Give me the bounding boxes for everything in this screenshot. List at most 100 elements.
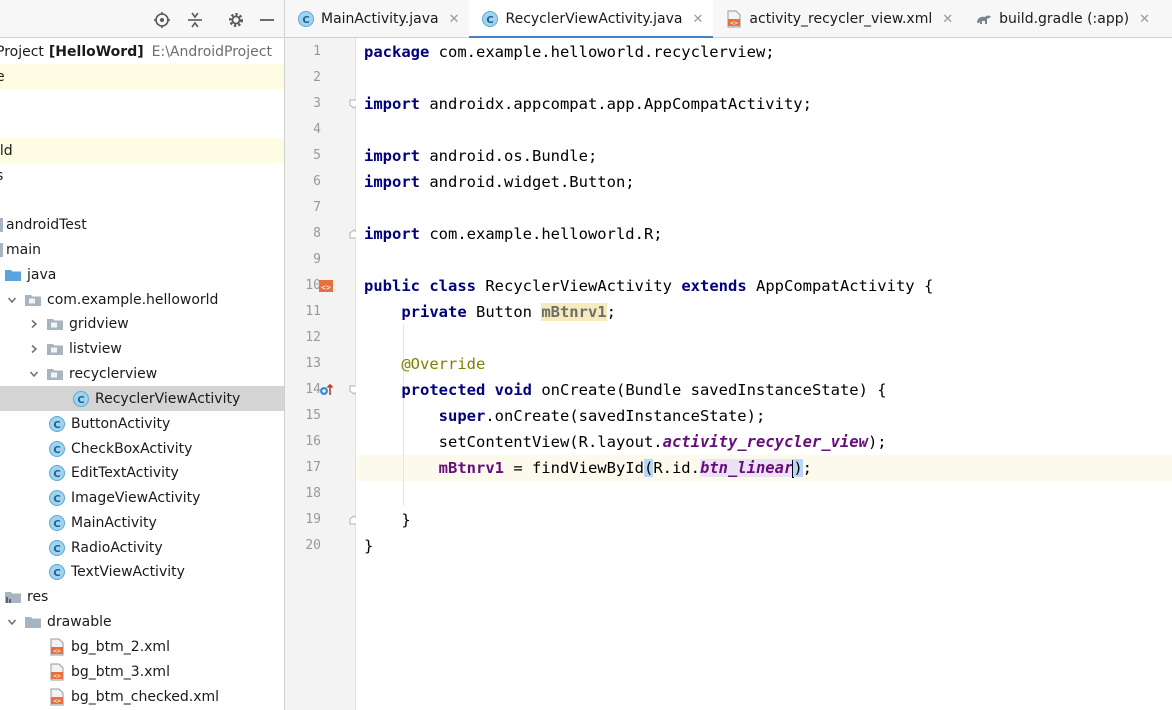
tree-item[interactable]: res [0, 584, 284, 609]
tree-item[interactable]: C TextViewActivity [0, 559, 284, 584]
package-icon [46, 340, 64, 358]
code-token: private [401, 303, 467, 321]
close-icon[interactable]: ✕ [693, 12, 704, 27]
code-line: import androidx.appcompat.app.AppCompatA… [364, 91, 812, 117]
chevron-right-icon[interactable] [26, 316, 42, 332]
line-number: 11 [305, 304, 321, 319]
project-root-row[interactable]: Project [HelloWord] E:\AndroidProject [0, 39, 284, 64]
line-number: 12 [305, 330, 321, 345]
editor-tab-label: activity_recycler_view.xml [749, 11, 933, 27]
editor-tab[interactable]: build.gradle (:app) ✕ [963, 0, 1160, 38]
tree-item[interactable]: <> bg_btm_2.xml [0, 634, 284, 659]
line-number: 8 [313, 226, 321, 241]
chevron-down-icon[interactable] [4, 292, 20, 308]
svg-text:C: C [302, 15, 309, 26]
tree-item-label: ButtonActivity [71, 415, 171, 432]
close-icon[interactable]: ✕ [1139, 12, 1150, 27]
code-token: void [494, 381, 532, 399]
tree-item[interactable]: C CheckBoxActivity [0, 436, 284, 461]
locate-icon[interactable] [151, 9, 173, 31]
editor-tab[interactable]: C RecyclerViewActivity.java ✕ [469, 0, 714, 39]
chevron-down-icon[interactable] [4, 614, 20, 630]
project-label: Project [0, 43, 44, 60]
line-number: 17 [305, 460, 321, 475]
tree-item[interactable]: <> bg_btm_3.xml [0, 659, 284, 684]
editor-tab[interactable]: C MainActivity.java ✕ [285, 0, 469, 38]
code-token: activity_recycler_view [662, 433, 868, 451]
svg-text:<>: <> [731, 19, 739, 27]
tree-item[interactable]: : [0, 188, 284, 213]
tree-item[interactable]: <> bg_btm_checked.xml [0, 684, 284, 709]
tree-item[interactable]: androidTest [0, 212, 284, 237]
tree-item[interactable]: C RecyclerViewActivity [0, 386, 284, 411]
code-line: import android.widget.Button; [364, 169, 635, 195]
tree-item[interactable]: listview [0, 336, 284, 361]
tree-item[interactable]: C ButtonActivity [0, 411, 284, 436]
close-icon[interactable]: ✕ [942, 12, 953, 27]
res-folder-icon [4, 588, 22, 606]
tree-item-label: ild [0, 142, 13, 159]
tree-item-label: : [0, 193, 1, 209]
tree-item[interactable]: s [0, 163, 284, 188]
code-token: ( [643, 459, 654, 477]
tree-item[interactable] [0, 89, 284, 114]
project-panel-toolbar [0, 0, 284, 38]
svg-text:<>: <> [53, 672, 61, 680]
xml-icon: <> [48, 663, 66, 681]
svg-text:C: C [487, 15, 494, 26]
tree-item[interactable]: recyclerview [0, 361, 284, 386]
tree-item-label: main [6, 241, 41, 258]
close-icon[interactable]: ✕ [449, 12, 460, 27]
code-line: mBtnrv1 = findViewById(R.id.btn_linear); [364, 455, 812, 481]
tree-item[interactable]: e [0, 64, 284, 89]
class-icon: C [48, 489, 66, 507]
tree-item[interactable]: C EditTextActivity [0, 460, 284, 485]
tree-item-label: EditTextActivity [71, 464, 179, 481]
svg-text:C: C [53, 420, 60, 431]
code-token: super [438, 407, 486, 425]
collapse-all-icon[interactable] [184, 9, 206, 31]
tree-item[interactable]: C MainActivity [0, 510, 284, 535]
folder-blue-icon [4, 266, 22, 284]
svg-text:<>: <> [53, 697, 61, 705]
line-number: 18 [305, 486, 321, 501]
class-icon: C [48, 563, 66, 581]
editor-tab-label: build.gradle (:app) [999, 11, 1130, 27]
code-token: onCreate(Bundle savedInstanceState) { [532, 381, 887, 399]
project-panel: Project [HelloWord] E:\AndroidProject e i… [0, 0, 285, 710]
code-editor[interactable]: package com.example.helloworld.recyclerv… [356, 38, 1172, 710]
svg-text:C: C [53, 494, 60, 505]
class-icon: C [48, 415, 66, 433]
chevron-down-icon[interactable] [26, 366, 42, 382]
code-token: class [429, 277, 477, 295]
tree-item-label: RecyclerViewActivity [95, 390, 241, 407]
code-token: .onCreate(savedInstanceState); [485, 407, 766, 425]
tree-item[interactable]: com.example.helloworld [0, 287, 284, 312]
tree-item[interactable]: ild [0, 138, 284, 163]
tree-item-label: androidTest [6, 216, 87, 233]
tree-item-label: java [27, 266, 57, 283]
code-line: @Override [364, 351, 485, 377]
code-line: import android.os.Bundle; [364, 143, 597, 169]
line-number: 7 [313, 200, 321, 215]
minimize-icon[interactable] [256, 9, 278, 31]
code-token: protected [401, 381, 486, 399]
editor-tab[interactable]: <> activity_recycler_view.xml ✕ [713, 0, 963, 38]
line-number: 20 [305, 538, 321, 553]
tree-item[interactable]: C ImageViewActivity [0, 485, 284, 510]
tree-item[interactable]: C RadioActivity [0, 535, 284, 560]
tree-item[interactable]: java [0, 262, 284, 287]
code-line: setContentView(R.layout.activity_recycle… [364, 429, 887, 455]
tree-item[interactable]: gridview [0, 311, 284, 336]
tree-item[interactable]: drawable [0, 609, 284, 634]
chevron-right-icon[interactable] [26, 341, 42, 357]
package-icon [46, 365, 64, 383]
tree-item-label: com.example.helloworld [47, 291, 219, 308]
tree-item[interactable]: main [0, 237, 284, 262]
xml-icon: <> [725, 10, 743, 28]
class-icon: C [48, 464, 66, 482]
line-number: 15 [305, 408, 321, 423]
gear-icon[interactable] [225, 9, 247, 31]
svg-text:C: C [53, 445, 60, 456]
code-token: @Override [401, 355, 486, 373]
